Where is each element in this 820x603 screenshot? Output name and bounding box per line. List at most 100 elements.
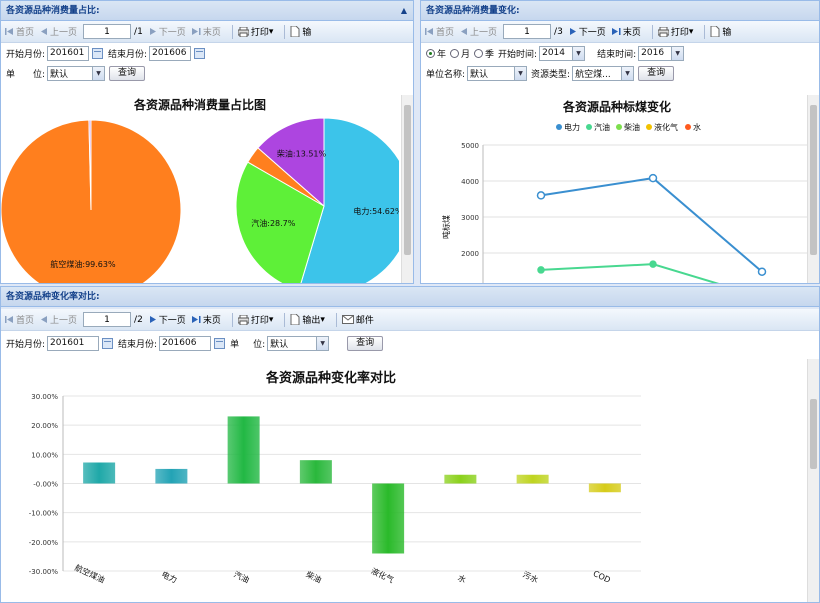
- printer-icon: [657, 26, 669, 37]
- end-month-label: 结束月份:: [118, 339, 158, 350]
- toolbar-separator: [284, 312, 286, 327]
- bar: [372, 483, 405, 554]
- bar: [516, 474, 549, 484]
- line-chart: 各资源品种标煤变化电力汽油柴油液化气水10002000300040005000吨…: [441, 99, 807, 283]
- data-point: [648, 173, 658, 183]
- page-number-input[interactable]: [503, 24, 552, 39]
- last-page-icon: [191, 28, 201, 35]
- next-page-button[interactable]: 下一页: [149, 25, 186, 38]
- first-page-button[interactable]: 首页: [425, 25, 454, 38]
- toolbar-separator: [651, 24, 653, 39]
- unit-select[interactable]: 默认 ▼: [267, 335, 330, 351]
- export-document-icon: [290, 314, 300, 325]
- start-time-label: 开始时间:: [498, 49, 538, 60]
- last-page-icon: [191, 316, 201, 323]
- filter-row: 单位名称: 默认 ▼ 资源类型: 航空煤... ▼ 查询: [421, 63, 819, 83]
- end-month-input[interactable]: [159, 335, 212, 351]
- collapse-icon[interactable]: ▲: [401, 1, 407, 21]
- resource-type-select[interactable]: 航空煤... ▼: [572, 65, 635, 81]
- export-button[interactable]: 输: [710, 25, 731, 38]
- y-tick-label: 3000: [461, 214, 479, 222]
- next-page-button[interactable]: 下一页: [569, 25, 606, 38]
- data-point: [757, 267, 767, 276]
- calendar-icon[interactable]: [92, 47, 104, 59]
- prev-page-icon: [41, 28, 48, 35]
- first-page-button[interactable]: 首页: [5, 25, 34, 38]
- season-radio[interactable]: [474, 48, 484, 58]
- legend-marker: [646, 124, 652, 130]
- year-radio[interactable]: [426, 48, 435, 58]
- data-point: [649, 260, 657, 268]
- start-month-input[interactable]: [47, 45, 90, 61]
- prev-page-button[interactable]: 上一页: [40, 25, 77, 38]
- scrollbar-thumb: [810, 105, 817, 255]
- start-year-select[interactable]: 2014 ▼: [539, 45, 586, 61]
- toolbar-separator: [335, 312, 337, 327]
- panel-title: 各资源品种消费量变化:: [426, 6, 520, 16]
- bar: [444, 474, 477, 484]
- page-number-input[interactable]: [83, 312, 132, 327]
- unit-select[interactable]: 默认 ▼: [47, 65, 106, 81]
- chevron-down-icon: ▼: [316, 336, 329, 350]
- data-point: [537, 266, 545, 274]
- bar: [83, 462, 116, 484]
- print-button[interactable]: 打印 ▾: [237, 313, 273, 326]
- end-month-input[interactable]: [149, 45, 192, 61]
- bar: [299, 460, 332, 484]
- toolbar-separator: [231, 312, 233, 327]
- chevron-down-icon: ▼: [671, 46, 684, 60]
- prev-page-button[interactable]: 上一页: [460, 25, 497, 38]
- export-document-icon: [290, 26, 300, 37]
- start-month-input[interactable]: [47, 335, 100, 351]
- scrollbar-thumb: [810, 399, 817, 469]
- last-page-button[interactable]: 末页: [191, 313, 221, 326]
- export-button[interactable]: 输: [290, 25, 311, 38]
- unit-label: 单: [230, 339, 240, 350]
- last-page-button[interactable]: 末页: [611, 25, 641, 38]
- calendar-icon[interactable]: [214, 337, 226, 349]
- next-page-icon: [149, 316, 156, 323]
- panel-header: 各资源品种消费量占比: ▲: [1, 1, 413, 21]
- query-button[interactable]: 查询: [638, 65, 675, 81]
- toolbar-separator: [704, 24, 706, 39]
- unit-label-tail: 位:: [253, 339, 266, 350]
- unit-name-label: 单位名称:: [426, 69, 466, 80]
- bar: [155, 468, 188, 484]
- last-page-button[interactable]: 末页: [191, 25, 221, 38]
- export-button[interactable]: 输出 ▾: [290, 313, 325, 326]
- print-button[interactable]: 打印 ▾: [657, 25, 693, 38]
- legend-marker: [556, 124, 562, 130]
- y-tick-label: 2000: [461, 250, 479, 258]
- first-page-button[interactable]: 首页: [5, 313, 34, 326]
- vertical-scrollbar[interactable]: [401, 95, 413, 283]
- first-page-icon: [5, 28, 13, 35]
- prev-page-button[interactable]: 上一页: [40, 313, 77, 326]
- next-page-button[interactable]: 下一页: [149, 313, 186, 326]
- unit-select[interactable]: 默认 ▼: [467, 65, 528, 81]
- chart-title: 各资源品种消费量占比图: [133, 97, 266, 112]
- first-page-icon: [5, 316, 13, 323]
- query-button[interactable]: 查询: [347, 335, 384, 351]
- print-button[interactable]: 打印 ▾: [237, 25, 273, 38]
- chart-title: 各资源品种标煤变化: [562, 99, 671, 114]
- end-year-select[interactable]: 2016 ▼: [638, 45, 685, 61]
- vertical-scrollbar[interactable]: [807, 359, 819, 602]
- calendar-icon[interactable]: [194, 47, 206, 59]
- legend-label: 液化气: [654, 122, 678, 132]
- x-tick-label: 航空煤油: [73, 562, 106, 585]
- y-tick-label: 30.00%: [31, 393, 58, 401]
- calendar-icon[interactable]: [102, 337, 114, 349]
- y-tick-label: 20.00%: [31, 422, 58, 430]
- end-month-label: 结束月份:: [108, 49, 148, 60]
- vertical-scrollbar[interactable]: [807, 95, 819, 283]
- line-chart-area: 各资源品种标煤变化电力汽油柴油液化气水10002000300040005000吨…: [421, 95, 807, 283]
- mail-icon: [341, 315, 354, 324]
- chart-title: 各资源品种变化率对比: [265, 370, 396, 386]
- end-time-label: 结束时间:: [597, 49, 637, 60]
- month-radio[interactable]: [450, 48, 460, 58]
- mail-button[interactable]: 邮件: [341, 313, 374, 326]
- filter-row: 年 月 季 开始时间: 2014 ▼ 结束时间: 2016 ▼: [421, 43, 819, 63]
- page-number-input[interactable]: [83, 24, 132, 39]
- query-button[interactable]: 查询: [109, 65, 146, 81]
- last-page-icon: [611, 28, 621, 35]
